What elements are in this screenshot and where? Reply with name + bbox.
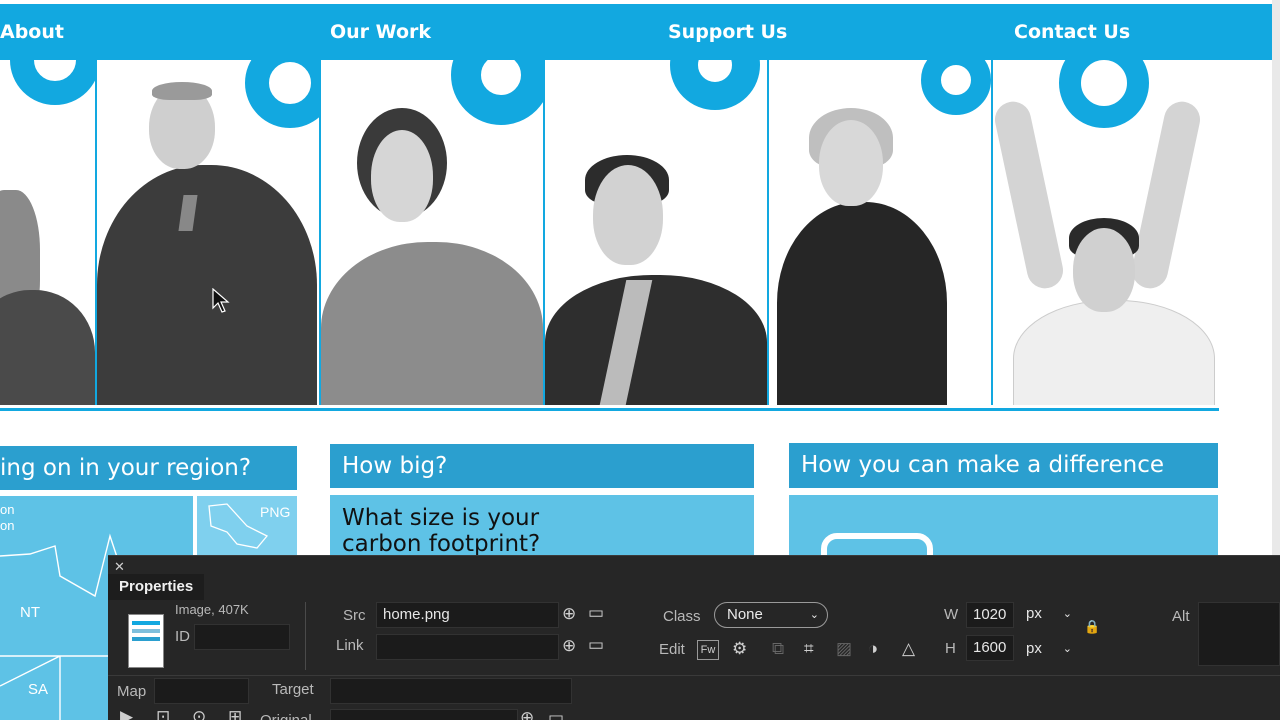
target-label: Target: [272, 681, 314, 698]
top-nav: About Our Work Support Us Contact Us: [0, 4, 1272, 60]
properties-tab[interactable]: Properties: [108, 574, 204, 600]
h-label: H: [945, 640, 956, 657]
crop-icon[interactable]: ⌗: [804, 640, 814, 658]
image-info: Image, 407K: [175, 602, 249, 617]
png-outline-icon: [208, 503, 269, 549]
chevron-down-icon: ⌄: [809, 609, 819, 621]
class-label: Class: [663, 608, 701, 625]
alt-field[interactable]: [1198, 602, 1280, 666]
photo-panel: [769, 60, 993, 405]
how-big-box[interactable]: What size is your carbon footprint?: [330, 495, 754, 557]
png-map[interactable]: PNG: [197, 496, 297, 556]
map-label: Map: [117, 683, 147, 700]
link-field[interactable]: [376, 634, 559, 660]
nav-support-us[interactable]: Support Us: [668, 4, 787, 60]
w-label: W: [944, 606, 959, 623]
class-select-value: None: [727, 606, 763, 623]
how-big-title[interactable]: How big?: [330, 444, 754, 488]
photo-panel: [545, 60, 769, 405]
photo-panel: [97, 60, 321, 405]
height-unit: px: [1026, 640, 1042, 657]
image-thumbnail: [128, 614, 164, 668]
nav-our-work[interactable]: Our Work: [330, 4, 431, 60]
rect-hotspot-icon[interactable]: ⊡: [156, 708, 170, 720]
crosshair-icon[interactable]: ⊕: [520, 709, 534, 720]
gear-icon[interactable]: ⚙: [732, 640, 747, 658]
map-field[interactable]: [154, 678, 249, 704]
src-field[interactable]: home.png: [376, 602, 559, 628]
original-field[interactable]: [330, 709, 518, 720]
difference-title[interactable]: How you can make a difference: [789, 443, 1218, 488]
cursor-icon: [212, 288, 230, 313]
folder-icon[interactable]: ▭: [588, 636, 604, 654]
photo-panel: [321, 60, 545, 405]
crosshair-icon[interactable]: ⊕: [562, 637, 576, 655]
chevron-down-icon: ⌄: [1062, 608, 1072, 620]
width-unit-select[interactable]: px ⌄: [1020, 602, 1078, 628]
resample-icon[interactable]: ▨: [836, 640, 852, 658]
properties-panel: ✕ Properties Image, 407K ID Src home.png…: [108, 555, 1280, 720]
chevron-down-icon: ⌄: [1062, 643, 1072, 655]
src-label: Src: [343, 607, 366, 624]
sharpen-icon[interactable]: △: [902, 640, 915, 658]
how-big-text: What size is your carbon footprint?: [342, 505, 541, 557]
id-field[interactable]: [194, 624, 290, 650]
divider: [108, 675, 1280, 676]
poly-hotspot-icon[interactable]: ⊞: [228, 708, 242, 720]
nav-about[interactable]: About: [0, 4, 64, 60]
brightness-icon[interactable]: ◑: [868, 640, 878, 658]
width-field[interactable]: 1020: [966, 602, 1014, 628]
region-box-title[interactable]: ing on in your region?: [0, 446, 297, 490]
target-select[interactable]: [330, 678, 572, 704]
photo-panel: [0, 60, 97, 405]
pointer-hotspot-icon[interactable]: ▶: [120, 708, 133, 720]
class-select[interactable]: None ⌄: [714, 602, 828, 628]
height-unit-select[interactable]: px ⌄: [1020, 637, 1078, 663]
update-icon[interactable]: ⧉: [772, 640, 784, 658]
difference-box[interactable]: [789, 495, 1218, 585]
folder-icon[interactable]: ▭: [588, 604, 604, 622]
alt-label: Alt: [1172, 608, 1190, 625]
id-label: ID: [175, 628, 190, 645]
link-label: Link: [336, 637, 364, 654]
fireworks-edit-button[interactable]: Fw: [697, 640, 719, 660]
lock-icon[interactable]: 🔒: [1084, 618, 1100, 636]
folder-icon[interactable]: ▭: [548, 709, 564, 720]
nav-contact-us[interactable]: Contact Us: [1014, 4, 1130, 60]
circle-hotspot-icon[interactable]: ⊙: [192, 708, 206, 720]
height-field[interactable]: 1600: [966, 635, 1014, 661]
original-label: Original: [260, 712, 312, 720]
crosshair-icon[interactable]: ⊕: [562, 605, 576, 623]
people-banner: [0, 60, 1219, 411]
photo-panel: [993, 60, 1217, 405]
divider: [305, 602, 306, 670]
edit-label: Edit: [659, 641, 685, 658]
width-unit: px: [1026, 605, 1042, 622]
